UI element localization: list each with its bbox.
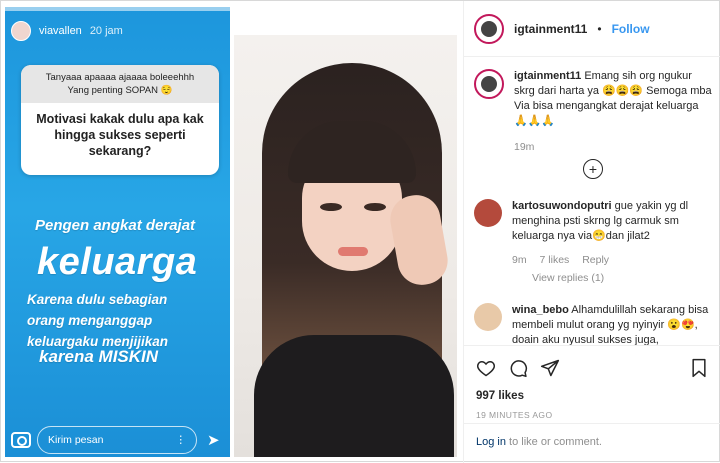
story-time: 20 jam [89, 25, 123, 37]
like-count[interactable]: 997 likes [476, 390, 709, 402]
send-message-input[interactable]: Kirim pesan ⋮ [37, 426, 197, 454]
answer-line-1: Pengen angkat derajat [35, 217, 196, 234]
answer-big-word: keluarga [37, 241, 198, 283]
photo-lips [338, 247, 368, 256]
photo-eye-left [320, 203, 342, 211]
separator-dot: • [597, 21, 602, 36]
question-sticker-header: Tanyaaa apaaaa ajaaaa boleeehhh Yang pen… [21, 65, 219, 103]
photo-clothing [254, 335, 454, 457]
comment-item: kartosuwondoputri gue yakin yg dl menghi… [474, 199, 714, 284]
answer-line-6: karena MISKIN [39, 347, 159, 366]
view-replies-link[interactable]: View replies (1) [532, 272, 714, 284]
post-actions: 997 likes 19 MINUTES AGO [464, 345, 720, 420]
account-username[interactable]: igtainment11 [514, 22, 587, 36]
question-header-line1: Tanyaaa apaaaa ajaaaa boleeehhh [45, 72, 195, 83]
post-photo [234, 35, 457, 457]
answer-paragraph: Karena dulu sebagian orang menganggap ke… [27, 289, 168, 352]
story-header: viavallen 20 jam [11, 21, 123, 41]
caption-time[interactable]: 19m [514, 141, 534, 153]
action-icons [476, 356, 709, 380]
follow-button[interactable]: Follow [612, 22, 650, 36]
comment-meta: 9m 7 likes Reply [512, 254, 714, 266]
heart-icon[interactable] [476, 358, 496, 378]
bookmark-icon[interactable] [689, 358, 709, 378]
login-link[interactable]: Log in [476, 436, 506, 448]
more-options-icon[interactable]: ⋮ [176, 434, 187, 446]
comments-list: igtainment11 Emang sih org ngukur skrg d… [464, 59, 720, 345]
comment-time[interactable]: 9m [512, 254, 527, 266]
account-avatar-image [479, 18, 499, 39]
comment-username[interactable]: kartosuwondoputri [512, 200, 612, 212]
caption-item: igtainment11 Emang sih org ngukur skrg d… [474, 69, 714, 153]
caption-text: igtainment11 Emang sih org ngukur skrg d… [514, 69, 714, 129]
comment-icon[interactable] [508, 358, 528, 378]
question-text: Motivasi kakak dulu apa kak hingga sukse… [36, 112, 204, 158]
caption-avatar-image [479, 74, 499, 94]
story-progress-bar [5, 7, 230, 11]
comment-item: wina_bebo Alhamdulillah sekarang bisa me… [474, 303, 714, 345]
load-more-comments-icon[interactable]: + [583, 159, 603, 179]
instagram-post-embed: viavallen 20 jam Tanyaaa apaaaa ajaaaa b… [0, 0, 720, 463]
caption-avatar[interactable] [474, 69, 504, 99]
comment-reply-button[interactable]: Reply [582, 254, 609, 266]
story-avatar[interactable] [11, 21, 31, 41]
comment-username[interactable]: wina_bebo [512, 304, 569, 316]
comment-text: wina_bebo Alhamdulillah sekarang bisa me… [512, 303, 714, 345]
login-prompt: Log in to like or comment. [464, 423, 720, 463]
post-header: igtainment11 • Follow [464, 1, 720, 57]
story-username[interactable]: viavallen [39, 25, 82, 37]
answer-line-4: orang menganggap [27, 313, 153, 328]
share-icon[interactable] [540, 358, 560, 378]
question-sticker: Tanyaaa apaaaa ajaaaa boleeehhh Yang pen… [21, 65, 219, 175]
story-reply-bar: Kirim pesan ⋮ ➤ [5, 423, 230, 457]
message-placeholder: Kirim pesan [48, 434, 104, 446]
answer-line-3: Karena dulu sebagian [27, 292, 168, 307]
camera-icon[interactable] [11, 432, 31, 448]
question-header-line2: Yang penting SOPAN 😌 [67, 85, 173, 96]
comment-avatar[interactable] [474, 199, 502, 227]
comment-avatar[interactable] [474, 303, 502, 331]
login-prompt-text: to like or comment. [505, 436, 602, 448]
comment-text: kartosuwondoputri gue yakin yg dl menghi… [512, 199, 714, 244]
account-avatar[interactable] [474, 13, 504, 44]
send-icon[interactable]: ➤ [207, 431, 220, 449]
post-side-panel: igtainment11 • Follow igtainment11 Emang… [463, 1, 720, 463]
comment-likes[interactable]: 7 likes [540, 254, 570, 266]
post-timestamp[interactable]: 19 MINUTES AGO [476, 410, 709, 420]
caption-username[interactable]: igtainment11 [514, 70, 581, 82]
photo-eye-right [364, 203, 386, 211]
story-panel: viavallen 20 jam Tanyaaa apaaaa ajaaaa b… [5, 7, 230, 457]
caption-meta: 19m [514, 141, 714, 153]
